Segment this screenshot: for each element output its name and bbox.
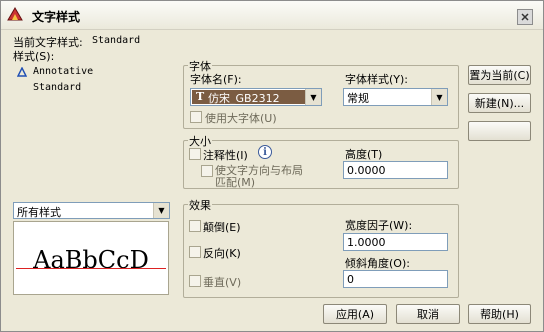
- match-orientation-checkbox[interactable]: [201, 165, 213, 177]
- chevron-down-icon[interactable]: ▼: [153, 203, 169, 218]
- width-factor-input[interactable]: 1.0000: [343, 233, 448, 251]
- effects-group-title: 效果: [188, 197, 212, 213]
- oblique-angle-input[interactable]: 0: [343, 270, 448, 288]
- style-filter-value: 所有样式: [17, 206, 61, 219]
- cancel-button[interactable]: 取消: [396, 304, 460, 324]
- set-current-button[interactable]: 置为当前(C): [468, 65, 531, 85]
- height-input[interactable]: 0.0000: [343, 161, 448, 179]
- width-factor-label: 宽度因子(W):: [345, 219, 413, 232]
- style-item-label: Standard: [33, 82, 82, 93]
- close-icon: [521, 13, 529, 21]
- preview-baseline: [16, 268, 166, 269]
- height-label: 高度(T): [345, 148, 383, 161]
- truetype-font-icon: T: [196, 90, 205, 103]
- font-name-label: 字体名(F):: [190, 73, 242, 86]
- font-style-dropdown[interactable]: 常规 ▼: [343, 88, 448, 106]
- oblique-angle-value: 0: [347, 273, 354, 286]
- match-orientation-label-line2: 匹配(M): [215, 176, 256, 189]
- preview-box: AaBbCcD: [13, 221, 169, 295]
- backwards-label: 反向(K): [203, 247, 241, 260]
- style-item-annotative[interactable]: Annotative: [13, 64, 171, 80]
- styles-list[interactable]: Annotative Standard: [13, 64, 171, 196]
- text-style-dialog: 文字样式 当前文字样式: Standard 样式(S): Annotative …: [0, 0, 544, 332]
- upside-down-checkbox[interactable]: [189, 220, 201, 232]
- delete-style-button[interactable]: [468, 121, 531, 141]
- close-button[interactable]: [517, 9, 533, 25]
- title-bar[interactable]: 文字样式: [1, 1, 543, 30]
- font-style-label: 字体样式(Y):: [345, 73, 409, 86]
- new-style-button[interactable]: 新建(N)...: [468, 93, 531, 113]
- current-style-value: Standard: [92, 35, 141, 46]
- oblique-angle-label: 倾斜角度(O):: [345, 257, 410, 270]
- font-name-value: 仿宋_GB2312: [208, 92, 280, 105]
- width-factor-value: 1.0000: [347, 236, 386, 249]
- use-big-font-checkbox[interactable]: [190, 111, 202, 123]
- annotative-label: 注释性(I): [203, 149, 248, 162]
- apply-button[interactable]: 应用(A): [323, 304, 387, 324]
- autocad-app-icon: [7, 7, 23, 21]
- annotative-icon: [17, 67, 27, 77]
- height-value: 0.0000: [347, 164, 386, 177]
- font-style-value: 常规: [347, 92, 369, 105]
- backwards-checkbox[interactable]: [189, 246, 201, 258]
- vertical-checkbox[interactable]: [189, 275, 201, 287]
- vertical-label: 垂直(V): [203, 276, 242, 289]
- upside-down-label: 颠倒(E): [203, 221, 241, 234]
- style-item-label: Annotative: [33, 66, 94, 77]
- annotative-checkbox[interactable]: [189, 148, 201, 160]
- preview-text: AaBbCcD: [33, 246, 149, 274]
- info-icon[interactable]: i: [258, 145, 272, 159]
- style-item-standard[interactable]: Standard: [13, 80, 171, 96]
- help-button[interactable]: 帮助(H): [468, 304, 531, 324]
- font-name-dropdown[interactable]: T 仿宋_GB2312 ▼: [190, 88, 322, 106]
- use-big-font-label: 使用大字体(U): [205, 112, 277, 125]
- style-filter-dropdown[interactable]: 所有样式 ▼: [13, 202, 170, 219]
- chevron-down-icon[interactable]: ▼: [305, 89, 321, 105]
- window-title: 文字样式: [32, 10, 81, 24]
- styles-list-label: 样式(S):: [13, 50, 55, 63]
- chevron-down-icon[interactable]: ▼: [431, 89, 447, 105]
